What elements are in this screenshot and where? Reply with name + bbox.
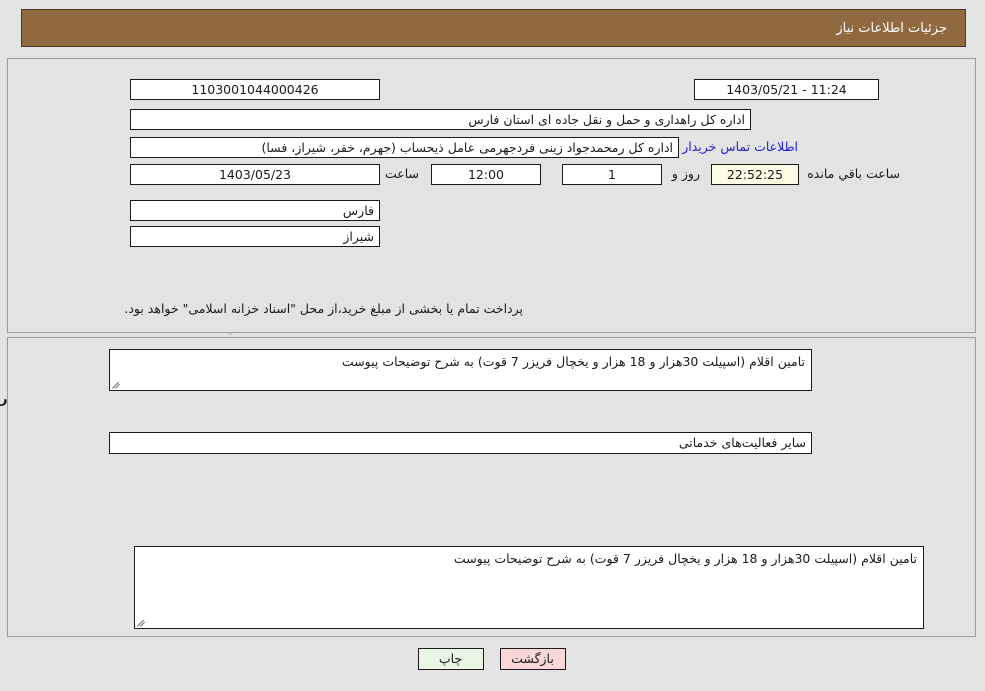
province-value: فارس <box>131 200 381 221</box>
page-title-text: جزئیات اطلاعات نیاز <box>837 20 948 36</box>
print-button[interactable]: چاپ <box>418 648 485 670</box>
countdown-value: 22:52:25 <box>712 164 800 185</box>
city-value: شیراز <box>131 226 381 247</box>
deadline-days-value: 1 <box>563 164 663 185</box>
resize-grip-icon[interactable] <box>113 379 123 389</box>
buyer-notes-value: تامین اقلام (اسپیلت 30هزار و 18 هزار و ی… <box>454 551 918 566</box>
need-desc-textarea[interactable]: تامین اقلام (اسپیلت 30هزار و 18 هزار و ی… <box>110 349 813 391</box>
requester-value: اداره کل ر‌محمدجواد زینی فردجهرمی عامل ذ… <box>131 137 680 158</box>
process-note: پرداخت تمام یا بخشی از مبلغ خرید،از محل … <box>125 301 524 316</box>
deadline-hour-label: ساعت <box>385 166 420 181</box>
buyer-contact-link[interactable]: اطلاعات تماس خریدار <box>677 139 805 154</box>
announce-value: 11:24 - 1403/05/21 <box>695 79 880 100</box>
need-number-value: 1103001044000426 <box>131 79 381 100</box>
service-group-value: سایر فعالیت‌های خدماتی <box>110 432 813 454</box>
deadline-days-word: روز و <box>672 166 701 181</box>
resize-grip-icon-2[interactable] <box>138 617 148 627</box>
footer-button-bar: بازگشت چاپ <box>0 648 985 670</box>
back-button[interactable]: بازگشت <box>500 648 567 670</box>
countdown-suffix: ساعت باقي مانده <box>808 166 901 181</box>
deadline-date-value: 1403/05/23 <box>131 164 381 185</box>
buyer-notes-textarea[interactable]: تامین اقلام (اسپیلت 30هزار و 18 هزار و ی… <box>135 546 925 629</box>
deadline-hour-value: 12:00 <box>432 164 542 185</box>
page-root: AriaTender.net جزئیات اطلاعات نیاز شماره… <box>0 0 985 691</box>
buyer-org-value: اداره کل راهداری و حمل و نقل جاده ای است… <box>131 109 752 130</box>
page-title: جزئیات اطلاعات نیاز <box>22 9 967 47</box>
need-desc-value: تامین اقلام (اسپیلت 30هزار و 18 هزار و ی… <box>342 354 806 369</box>
